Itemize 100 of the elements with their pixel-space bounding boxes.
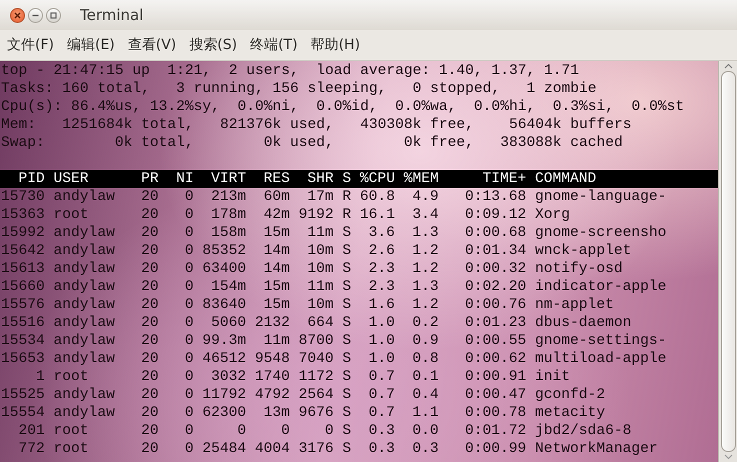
table-cell-text: 0:00.55: [464, 332, 526, 350]
menu-item[interactable]: 查看(V): [128, 34, 176, 56]
table-cell-text: 0:00.32: [464, 260, 526, 278]
table-cell: S: [342, 422, 352, 440]
table-cell-text: 15m: [262, 278, 290, 296]
table-cell-text: andylaw: [54, 332, 116, 350]
table-cell-text: 0: [324, 422, 334, 440]
scrollbar-thumb[interactable]: [720, 71, 736, 452]
scrollbar[interactable]: [718, 61, 737, 462]
table-cell-text: 0: [184, 386, 194, 404]
minimize-button[interactable]: [28, 8, 43, 22]
table-cell-text: indicator-apple: [535, 278, 668, 296]
table-cell: 16.1: [360, 206, 395, 224]
table-cell: 60.8: [360, 188, 395, 206]
menu-item[interactable]: 搜索(S): [189, 34, 238, 56]
table-cell-text: gnome-screensho: [535, 224, 668, 242]
table-cell-text: andylaw: [54, 188, 116, 206]
table-cell-text: nm-applet: [535, 296, 615, 314]
table-cell-text: 20: [140, 422, 159, 440]
column-header: PID: [18, 170, 45, 188]
table-cell-text: 0:01.34: [464, 242, 526, 260]
table-cell-text: 0: [184, 242, 194, 260]
table-cell-text: 15m: [262, 296, 290, 314]
table-cell-text: 0:00.62: [464, 350, 526, 368]
table-cell-text: root: [54, 368, 90, 386]
column-header: TIME+: [481, 170, 526, 188]
table-cell-text: 0.4: [411, 386, 439, 404]
table-cell-text: andylaw: [54, 314, 116, 332]
table-cell-text: 0: [184, 278, 194, 296]
table-cell-text: 0.7: [368, 386, 395, 404]
close-button[interactable]: [10, 8, 25, 22]
scroll-up-icon[interactable]: [724, 63, 732, 69]
scroll-down-icon[interactable]: [724, 454, 732, 460]
table-cell-text: 20: [140, 260, 159, 278]
table-cell-text: 0:00.78: [464, 404, 526, 422]
table-cell-text: 14m: [262, 260, 290, 278]
table-cell-text: 11m: [306, 278, 334, 296]
table-cell-text: init: [535, 368, 572, 386]
table-cell-text: 15m: [262, 224, 290, 242]
table-cell-text: 2.6: [368, 242, 395, 260]
table-cell: S: [342, 260, 352, 278]
table-cell-text: 0: [184, 260, 194, 278]
table-cell-text: 0:09.12: [464, 206, 526, 224]
table-cell-text: 0.3: [368, 422, 395, 440]
table-cell: S: [342, 314, 352, 332]
table-cell-text: 13m: [262, 404, 290, 422]
table-cell: 46512: [202, 350, 246, 368]
table-cell-text: andylaw: [54, 242, 116, 260]
table-cell-text: 0:01.72: [464, 422, 526, 440]
column-header: %CPU: [360, 170, 395, 188]
table-cell-text: 20: [140, 368, 159, 386]
table-cell: 99.3m: [202, 332, 246, 350]
table-cell-text: 20: [140, 404, 159, 422]
summary-line: Swap: 0k total, 0k used, 0k free, 383088k cached: [0, 134, 623, 152]
table-cell: 15653: [1, 350, 45, 368]
table-cell-text: wnck-applet: [535, 242, 632, 260]
table-cell-text: 0: [184, 188, 194, 206]
table-cell-text: 42m: [262, 206, 290, 224]
table-cell: S: [342, 224, 352, 242]
table-cell-text: 0.7: [368, 368, 395, 386]
table-cell-text: 0: [184, 206, 194, 224]
menu-item[interactable]: 文件(F): [7, 34, 54, 56]
table-cell: 1740: [254, 368, 290, 386]
table-cell-text: 2.3: [368, 278, 395, 296]
menu-item[interactable]: 帮助(H): [310, 34, 360, 56]
table-cell-text: 0: [184, 224, 194, 242]
table-cell-text: 772: [18, 440, 45, 458]
table-cell: 3176: [298, 440, 334, 458]
table-cell-text: 0.7: [368, 404, 395, 422]
table-cell: 9548: [254, 350, 290, 368]
table-cell: 15660: [1, 278, 45, 296]
column-header: %MEM: [404, 170, 439, 188]
table-cell-text: root: [54, 206, 90, 224]
table-cell: S: [342, 278, 352, 296]
table-cell: 2132: [254, 314, 290, 332]
table-cell-text: 0: [184, 296, 194, 314]
table-cell-text: NetworkManager: [535, 440, 659, 458]
maximize-button[interactable]: [46, 8, 61, 22]
table-cell: S: [342, 242, 352, 260]
table-cell: 4792: [254, 386, 290, 404]
table-cell-text: 0.3: [368, 440, 395, 458]
table-cell: 15554: [1, 404, 45, 422]
table-cell-text: gconfd-2: [535, 386, 606, 404]
table-cell-text: 1.1: [411, 404, 439, 422]
table-cell-text: 178m: [210, 206, 246, 224]
table-cell-text: 17m: [306, 188, 334, 206]
table-cell-text: 3.6: [368, 224, 395, 242]
table-cell: R: [342, 188, 352, 206]
summary-line: Mem: 1251684k total, 821376k used, 430308k free, 56404k buffers: [0, 116, 632, 134]
menu-item[interactable]: 编辑(E): [66, 34, 115, 56]
table-cell-text: 0: [184, 404, 194, 422]
table-cell-text: 20: [140, 386, 159, 404]
table-cell-text: 2.3: [368, 260, 395, 278]
table-cell-text: 0.3: [411, 440, 439, 458]
table-cell: R: [342, 206, 352, 224]
table-cell: 15534: [1, 332, 45, 350]
table-cell: S: [342, 296, 352, 314]
table-cell-text: 201: [18, 422, 45, 440]
table-cell: 15992: [1, 224, 45, 242]
menu-item[interactable]: 终端(T): [250, 34, 298, 56]
